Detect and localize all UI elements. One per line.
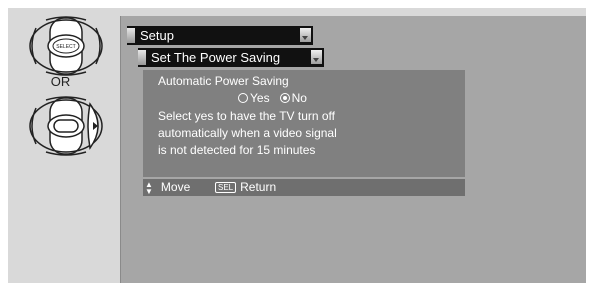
setup-menu-bar[interactable]: Setup bbox=[127, 26, 313, 45]
description-line-1: Select yes to have the TV turn off bbox=[158, 109, 335, 123]
option-yes-label: Yes bbox=[250, 91, 270, 105]
option-yes[interactable]: Yes bbox=[238, 91, 270, 105]
up-down-arrow-icon: ▲ ▼ bbox=[145, 179, 153, 196]
sel-key-icon: SEL bbox=[215, 182, 237, 193]
radio-unchecked-icon bbox=[238, 93, 248, 103]
footer-help-bar: ▲ ▼ Move SEL Return bbox=[143, 179, 465, 196]
dpad-right-button-icon bbox=[29, 96, 103, 156]
return-hint: SEL Return bbox=[215, 179, 276, 196]
description-line-2: automatically when a video signal bbox=[158, 126, 337, 140]
move-hint: ▲ ▼ Move bbox=[145, 179, 190, 196]
option-no-label: No bbox=[291, 91, 307, 105]
dropdown-arrow-icon[interactable] bbox=[300, 28, 311, 42]
radio-checked-icon bbox=[279, 93, 290, 103]
menu-tab-marker bbox=[127, 28, 135, 43]
power-saving-label: Set The Power Saving bbox=[151, 50, 281, 65]
description-line-3: is not detected for 15 minutes bbox=[158, 143, 316, 157]
setup-label: Setup bbox=[140, 28, 174, 43]
or-label: OR bbox=[50, 74, 71, 89]
power-saving-options: Yes No bbox=[238, 91, 317, 105]
dropdown-arrow-icon[interactable] bbox=[311, 50, 322, 64]
remote-instructions: SELECT OR bbox=[8, 8, 113, 283]
power-saving-panel: Automatic Power Saving Yes No Select yes … bbox=[143, 70, 465, 177]
menu-tab-marker bbox=[138, 50, 146, 65]
dpad-select-button-icon: SELECT bbox=[29, 16, 103, 76]
option-no[interactable]: No bbox=[279, 91, 307, 105]
move-label: Move bbox=[160, 180, 191, 194]
return-label: Return bbox=[240, 180, 277, 194]
panel-heading: Automatic Power Saving bbox=[158, 74, 289, 88]
select-key-label: SELECT bbox=[56, 44, 75, 50]
power-saving-menu-bar[interactable]: Set The Power Saving bbox=[138, 48, 324, 67]
